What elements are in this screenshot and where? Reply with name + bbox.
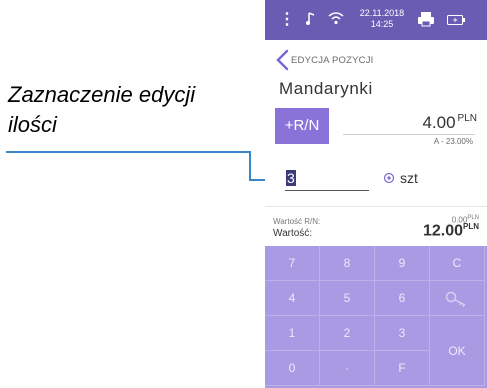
screen-title: EDYCJA POZYCJI — [291, 55, 374, 66]
total-label: Wartość: — [273, 228, 313, 239]
key-ok[interactable]: OK — [430, 316, 485, 386]
wifi-icon — [328, 12, 344, 25]
total-value: 12.00PLN — [423, 222, 479, 240]
annotation-caption: Zaznaczenie edycji ilości — [8, 80, 195, 140]
price-field[interactable]: 4.00 PLN — [422, 113, 477, 133]
status-datetime: 22.11.2018 14:25 — [353, 8, 411, 30]
status-date: 22.11.2018 — [359, 8, 405, 18]
key-8[interactable]: 8 — [320, 246, 375, 281]
key-3[interactable]: 3 — [375, 316, 430, 351]
battery-icon — [447, 15, 465, 25]
quantity-input[interactable]: 3 — [285, 170, 369, 191]
keypad: 7 8 9 C 4 5 6 1 2 3 OK 0 · F — [265, 246, 487, 388]
callout-line — [6, 151, 285, 181]
status-bar: ⋮ 22.11.2018 14:25 — [265, 0, 487, 40]
rn-currency: PLN — [467, 215, 479, 221]
add-rn-button[interactable]: +R/N — [275, 108, 329, 144]
screen-header: EDYCJA POZYCJI — [265, 48, 487, 72]
key-6[interactable]: 6 — [375, 281, 430, 316]
key-dot[interactable]: · — [320, 351, 375, 386]
key-2[interactable]: 2 — [320, 316, 375, 351]
total-currency: PLN — [463, 222, 479, 231]
key-icon — [445, 291, 466, 307]
key-7[interactable]: 7 — [265, 246, 320, 281]
key-9[interactable]: 9 — [375, 246, 430, 281]
rn-value-label: Wartość R/N: — [273, 217, 321, 226]
product-name: Mandarynki — [279, 79, 373, 98]
price-currency: PLN — [457, 113, 477, 125]
key-unlock[interactable] — [430, 281, 485, 316]
key-1[interactable]: 1 — [265, 316, 320, 351]
audio-icon — [306, 12, 315, 25]
device-screen: ⋮ 22.11.2018 14:25 EDYCJA POZYCJI Mandar… — [265, 0, 487, 388]
status-time: 14:25 — [370, 19, 394, 29]
total-amount: 12.00 — [422, 222, 463, 240]
key-5[interactable]: 5 — [320, 281, 375, 316]
unit-label[interactable]: szt — [400, 170, 418, 186]
annotation-line-1: Zaznaczenie edycji — [8, 82, 196, 107]
printer-icon — [418, 12, 434, 27]
vat-rate: A - 23.00% — [433, 137, 473, 146]
annotation-line-2: ilości — [8, 112, 57, 137]
divider — [265, 206, 487, 207]
key-0[interactable]: 0 — [265, 351, 320, 386]
menu-icon[interactable]: ⋮ — [279, 12, 295, 28]
key-4[interactable]: 4 — [265, 281, 320, 316]
quantity-value: 3 — [286, 170, 296, 186]
price-underline — [343, 134, 475, 135]
key-clear[interactable]: C — [430, 246, 485, 281]
price-amount: 4.00 — [422, 113, 456, 132]
unit-selector-icon[interactable] — [383, 172, 395, 184]
key-f[interactable]: F — [375, 351, 430, 386]
